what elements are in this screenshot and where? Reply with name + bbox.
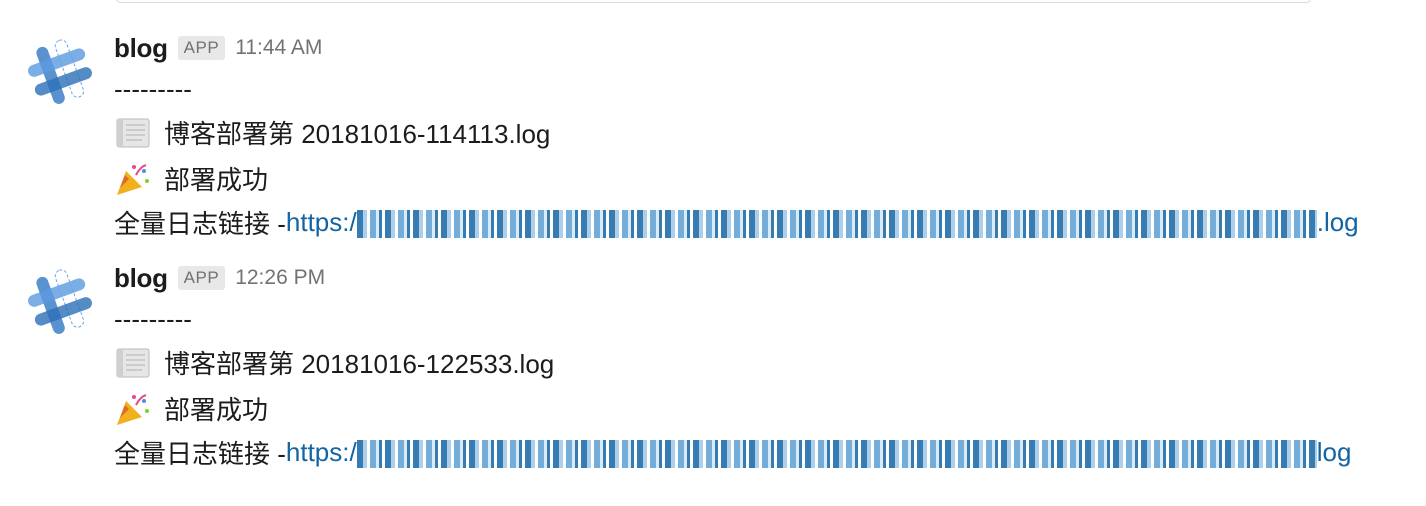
log-link-suffix[interactable]: log [1317,437,1352,467]
log-label: 全量日志链接 - [114,439,286,469]
status-line: 部署成功 [114,390,268,427]
log-link[interactable]: https:/ .log [286,207,1359,239]
redacted-url[interactable] [356,440,1317,469]
message-timestamp[interactable]: 12:26 PM [235,266,325,290]
log-link-prefix[interactable]: https:/ [286,437,357,467]
log-link-line: 全量日志链接 - https:/ .log [114,204,1359,241]
divider-text: --------- [114,304,192,334]
scroll-icon [116,348,150,377]
message-header: blog APP 12:26 PM [114,262,325,294]
file-line: 博客部署第 20181016-114113.log [114,114,550,151]
log-link-suffix[interactable]: .log [1317,207,1359,237]
redacted-url[interactable] [356,210,1317,239]
party-popper-icon [117,163,149,195]
party-popper-icon [117,393,149,425]
log-link-prefix[interactable]: https:/ [286,207,357,237]
log-link-line: 全量日志链接 - https:/ log [114,434,1351,471]
scroll-icon [116,118,150,147]
log-label: 全量日志链接 - [114,209,286,239]
sender-name[interactable]: blog [114,33,168,64]
file-line: 博客部署第 20181016-122533.log [114,344,554,381]
app-badge: APP [177,36,226,60]
message-item: blog APP 12:26 PM --------- 博客部署第 201810… [0,262,1426,487]
file-name-text: 博客部署第 20181016-122533.log [164,349,555,379]
previous-message-frame [115,0,1312,3]
log-link[interactable]: https:/ log [286,437,1352,469]
sender-name[interactable]: blog [114,263,168,294]
file-name-text: 博客部署第 20181016-114113.log [164,119,551,149]
app-avatar-icon[interactable] [24,36,96,108]
divider-text: --------- [114,74,192,104]
app-avatar-icon[interactable] [24,266,96,338]
message-item: blog APP 11:44 AM --------- 博客部署第 201810… [0,32,1426,257]
status-line: 部署成功 [114,160,268,197]
app-badge: APP [177,266,226,290]
status-text: 部署成功 [164,395,269,425]
status-text: 部署成功 [164,165,269,195]
message-timestamp[interactable]: 11:44 AM [235,36,322,60]
message-header: blog APP 11:44 AM [114,32,322,64]
